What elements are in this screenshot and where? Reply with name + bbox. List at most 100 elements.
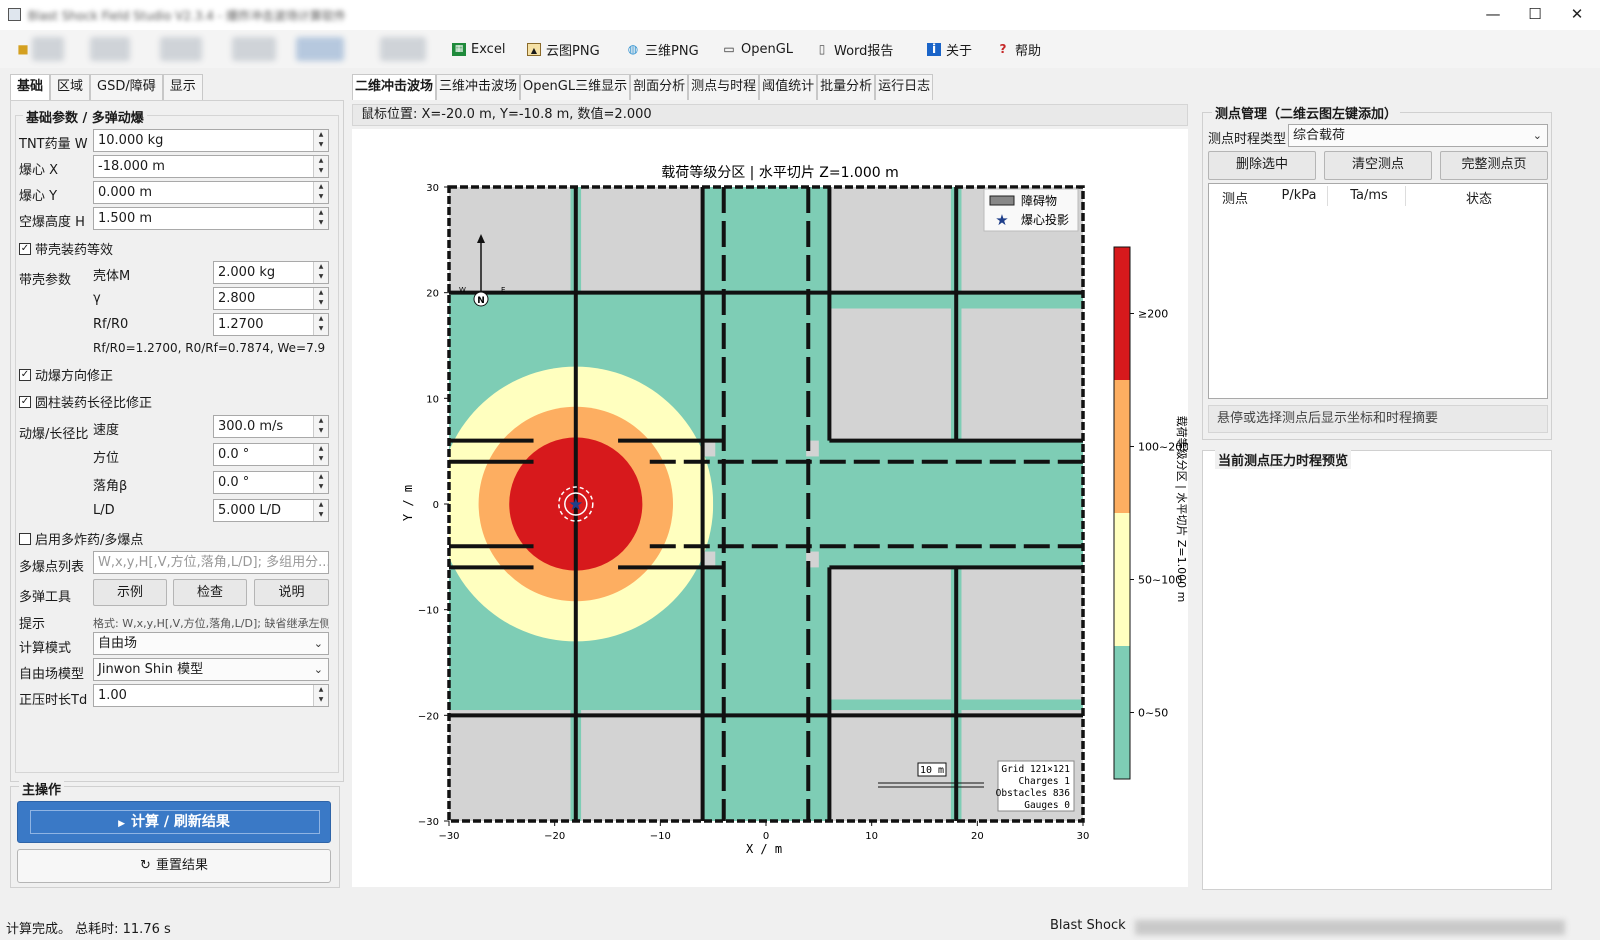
toolbar-blurred-button[interactable] [160, 37, 202, 61]
close-button[interactable]: ✕ [1554, 0, 1600, 30]
multi-list-label: 多爆点列表 [19, 560, 85, 575]
compute-button[interactable]: ▶ 计算 / 刷新结果 [17, 801, 331, 843]
about-button[interactable]: i 关于 [927, 39, 972, 59]
height-input[interactable]: 1.500 m ▲ ▼ [93, 207, 329, 230]
tab-log[interactable]: 运行日志 [875, 74, 934, 100]
multi-check-label: 启用多炸药/多爆点 [35, 533, 144, 548]
gauge-table[interactable]: 测点 P/kPa Ta/ms 状态 [1208, 183, 1548, 399]
colorbar-segment [1114, 513, 1130, 646]
tnt-input[interactable]: 10.000 kg ▲ ▼ [93, 129, 329, 152]
word-report-button[interactable]: ▯ Word报告 [815, 39, 894, 59]
azimuth-input[interactable]: 0.0 ° ▲ ▼ [213, 443, 329, 466]
td-input[interactable]: 1.00 ▲ ▼ [93, 684, 329, 707]
ld-value: 5.000 L/D [218, 503, 281, 518]
shell-mass-input[interactable]: 2.000 kg ▲ ▼ [213, 261, 329, 284]
chevron-down-icon: ⌄ [313, 663, 323, 676]
multi-list-input[interactable]: W,x,y,H[,V,方位,落角,L/D]; 多组用分... [93, 551, 329, 574]
pressure-preview-area: 当前测点压力时程预览 [1202, 450, 1552, 890]
heatmap-chart[interactable]: ★ −30 −20 −10 0 10 20 30 −30 −20 −10 0 10 20 30 载荷等级分… [352, 129, 1189, 887]
tab-display[interactable]: 显示 [162, 74, 203, 100]
ld-label: L/D [93, 503, 115, 518]
free-model-value: Jinwon Shin 模型 [98, 662, 204, 677]
3d-png-button[interactable]: ◍ 三维PNG [626, 39, 699, 59]
x-tick-label: −20 [544, 831, 565, 842]
gauge-type-select[interactable]: 综合载荷 ⌄ [1288, 124, 1548, 147]
speed-value: 300.0 m/s [218, 419, 284, 434]
y-axis-label: Y / m [401, 485, 415, 521]
clear-gauges-button[interactable]: 清空测点 [1324, 151, 1432, 180]
info-obstacles: Obstacles 836 [996, 788, 1071, 799]
toolbar-blurred-button[interactable] [32, 37, 64, 61]
status-blurred-text [1135, 920, 1565, 935]
star-icon: ★ [995, 211, 1008, 229]
toolbar-blurred-button[interactable] [90, 37, 130, 61]
tab-opengl[interactable]: OpenGL三维显示 [520, 74, 631, 100]
reset-button[interactable]: ↻ 重置结果 [17, 849, 331, 883]
speed-input[interactable]: 300.0 m/s ▲ ▼ [213, 415, 329, 438]
ld-input[interactable]: 5.000 L/D ▲ ▼ [213, 499, 329, 522]
tab-basic[interactable]: 基础 [10, 74, 51, 101]
compass-east-label: E [501, 286, 505, 294]
free-model-select[interactable]: Jinwon Shin 模型 ⌄ [93, 658, 329, 681]
checkbox-checked: ✓ [19, 368, 31, 381]
toolbar-blurred-button[interactable] [380, 37, 426, 61]
x-tick-label: 30 [1077, 831, 1090, 842]
word-report-label: Word报告 [834, 43, 894, 59]
y-tick-label: −20 [418, 711, 439, 722]
multi-charge-checkbox[interactable]: 启用多炸药/多爆点 [19, 529, 143, 548]
free-model-label: 自由场模型 [19, 667, 85, 682]
td-value: 1.00 [98, 688, 127, 703]
tnt-value: 10.000 kg [98, 133, 164, 148]
fall-angle-input[interactable]: 0.0 ° ▲ ▼ [213, 471, 329, 494]
fall-angle-value: 0.0 ° [218, 475, 250, 490]
delete-selected-button[interactable]: 删除选中 [1208, 151, 1316, 180]
plot-area[interactable]: ★ −30 −20 −10 0 10 20 30 −30 −20 −10 0 10 20 30 载荷等级分… [352, 129, 1189, 887]
column-header[interactable]: 测点 [1217, 188, 1253, 207]
toolbar-blurred-button[interactable] [232, 37, 276, 61]
burst-x-input[interactable]: -18.000 m ▲ ▼ [93, 155, 329, 178]
burst-y-input[interactable]: 0.000 m ▲ ▼ [93, 181, 329, 204]
tab-threshold[interactable]: 阈值统计 [759, 74, 818, 100]
tab-3d-field[interactable]: 三维冲击波场 [436, 74, 521, 100]
cylinder-ratio-checkbox[interactable]: ✓ 圆柱装药长径比修正 [19, 392, 152, 411]
obstacle-legend-swatch [989, 195, 1015, 206]
check-button[interactable]: 检查 [173, 579, 247, 606]
tab-gauges[interactable]: 测点与时程 [688, 74, 760, 100]
minimize-button[interactable]: — [1470, 0, 1516, 30]
tab-gsd-obstacle[interactable]: GSD/障碍 [90, 74, 163, 100]
status-message: 计算完成。 总耗时: 11.76 s [6, 922, 171, 937]
cloud-png-button[interactable]: ▲ 云图PNG [527, 39, 600, 59]
obstacle-block [581, 710, 703, 821]
dynamic-direction-checkbox[interactable]: ✓ 动爆方向修正 [19, 365, 113, 384]
basic-params-panel: 基础参数 / 多弹动爆 TNT药量 W 10.000 kg ▲ ▼ 爆心 X -18… [10, 100, 344, 782]
gamma-input[interactable]: 2.800 ▲ ▼ [213, 287, 329, 310]
help-button[interactable]: ? 帮助 [996, 39, 1042, 59]
tab-region[interactable]: 区域 [50, 74, 91, 100]
tab-profile[interactable]: 剖面分析 [630, 74, 689, 100]
checkbox-checked: ✓ [19, 395, 31, 408]
tab-batch[interactable]: 批量分析 [817, 74, 876, 100]
example-button[interactable]: 示例 [93, 579, 167, 606]
toolbar: ■ ▦ Excel ▲ 云图PNG ◍ 三维PNG ▭ OpenGL ▯ Wor… [0, 30, 1600, 68]
dyn-dir-label: 动爆方向修正 [35, 369, 114, 384]
opengl-button[interactable]: ▭ OpenGL [722, 39, 793, 59]
calc-mode-select[interactable]: 自由场 ⌄ [93, 632, 329, 655]
toolbar-blurred-button[interactable] [296, 37, 344, 61]
column-header[interactable]: 状态 [1419, 188, 1539, 207]
maximize-button[interactable]: ☐ [1512, 0, 1558, 30]
tab-2d-field[interactable]: 二维冲击波场 [352, 74, 437, 100]
rf-input[interactable]: 1.2700 ▲ ▼ [213, 313, 329, 336]
app-icon [8, 8, 21, 21]
column-header[interactable]: Ta/ms [1339, 188, 1399, 203]
explain-button[interactable]: 说明 [254, 579, 329, 606]
folder-icon[interactable]: ■ [16, 43, 30, 56]
calc-mode-label: 计算模式 [19, 641, 72, 656]
group-title: 基础参数 / 多弹动爆 [23, 107, 147, 126]
excel-button[interactable]: ▦ Excel [452, 39, 505, 59]
full-gauge-page-button[interactable]: 完整测点页 [1440, 151, 1548, 180]
shell-charge-checkbox[interactable]: ✓ 带壳装药等效 [19, 239, 113, 258]
column-header[interactable]: P/kPa [1273, 188, 1325, 203]
star-icon: ★ [568, 495, 583, 515]
compass-north-label: N [477, 296, 485, 306]
ratio-text: Rf/R0=1.2700, R0/Rf=0.7874, We=7.9 [93, 341, 326, 355]
